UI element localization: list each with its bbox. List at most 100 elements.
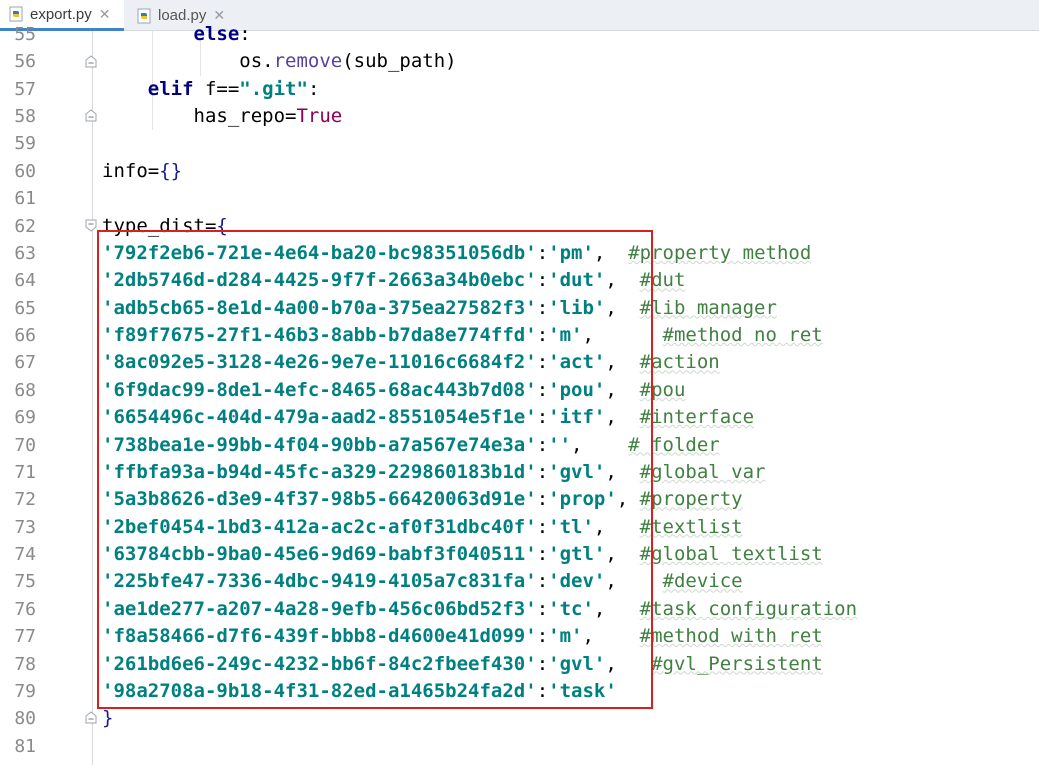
code-token: #property [639,488,743,511]
code-line[interactable]: '2db5746d-d284-4425-9f7f-2663a34b0ebc':'… [102,267,685,294]
code-line[interactable]: info={} [102,158,182,185]
code-line[interactable]: '6f9dac99-8de1-4efc-8465-68ac443b7d08':'… [102,377,685,404]
line-number: 79 [14,680,36,702]
code-token: , [605,460,640,483]
code-token: 'gvl' [548,460,606,483]
code-line[interactable]: '63784cbb-9ba0-45e6-9d69-babf3f040511':'… [102,541,823,568]
line-number: 57 [14,78,36,100]
code-token: has_repo= [102,105,297,128]
code-token: '6f9dac99-8de1-4efc-8465-68ac443b7d08' [102,378,537,401]
code-line[interactable]: '2bef0454-1bd3-412a-ac2c-af0f31dbc40f':'… [102,514,743,541]
line-number: 65 [14,297,36,319]
code-token: } [102,707,114,730]
code-token: : [307,77,320,100]
code-token: info= [102,159,160,182]
code-token: , [605,652,652,675]
code-line[interactable]: '225bfe47-7336-4dbc-9419-4105a7c831fa':'… [102,568,743,595]
code-token: ".git" [239,77,308,100]
code-token: remove [273,50,343,73]
code-token: : [536,652,549,675]
code-line[interactable]: '98a2708a-9b18-4f31-82ed-a1465b24fa2d':'… [102,678,617,705]
code-token: : [536,488,549,511]
code-token: 'tl' [548,515,594,538]
code-token: 'm' [548,625,583,648]
code-token: , [605,269,640,292]
line-number: 55 [14,24,36,45]
code-token: , [605,543,640,566]
code-line[interactable]: } [102,705,113,732]
code-token: else [193,23,240,45]
close-icon[interactable]: ✕ [99,6,111,23]
code-token: 'itf' [548,406,606,429]
code-token: elif [147,77,194,100]
code-token: os. [102,50,274,73]
code-token: #global var [639,460,766,483]
code-line[interactable]: '8ac092e5-3128-4e26-9e7e-11016c6684f2':'… [102,349,720,376]
fold-marker-icon[interactable] [85,219,97,232]
code-token: #task configuration [639,597,858,620]
fold-marker-icon[interactable] [85,711,97,724]
code-line[interactable]: 'ffbfa93a-b94d-45fc-a329-229860183b1d':'… [102,459,766,486]
fold-marker-icon[interactable] [85,109,97,122]
code-line[interactable]: has_repo=True [102,103,343,130]
code-token: '98a2708a-9b18-4f31-82ed-a1465b24fa2d' [102,679,537,702]
line-number: 58 [14,106,36,128]
code-line[interactable]: '738bea1e-99bb-4f04-90bb-a7a567e74e3a':'… [102,432,720,459]
code-token: 'tc' [548,597,594,620]
code-line[interactable]: type_dist={ [102,213,228,240]
line-number-gutter: 55 56 57 58 59 60 61 62 63 64 65 66 67 68 69 70 71 72 73 74… [0,24,80,765]
code-token: #lib manager [639,296,777,319]
code-token: : [536,570,549,593]
code-line[interactable]: '5a3b8626-d3e9-4f37-98b5-66420063d91e':'… [102,486,743,513]
code-token: # folder [628,433,720,456]
code-line[interactable]: '6654496c-404d-479a-aad2-8551054e5f1e':'… [102,404,754,431]
code-line[interactable]: 'f8a58466-d7f6-439f-bbb8-d4600e41d099':'… [102,623,823,650]
code-token: : [536,679,549,702]
code-editor[interactable]: 55 56 57 58 59 60 61 62 63 64 65 66 67 68 69 70 71 72 73 74… [0,23,1039,765]
code-token: : [536,351,549,374]
code-token: #gvl_Persistent [651,652,823,675]
code-token: #pou [639,378,686,401]
code-token: #interface [639,406,755,429]
code-token: : [536,296,549,319]
line-number: 59 [14,133,36,155]
code-line[interactable]: 'f89f7675-27f1-46b3-8abb-b7da8e774ffd':'… [102,322,823,349]
code-token: , [593,241,629,264]
code-token: , [582,625,640,648]
code-line[interactable]: else: [102,21,251,48]
code-token: #global textlist [639,543,823,566]
line-number: 61 [14,188,36,210]
code-token: 'dut' [548,269,606,292]
code-line[interactable]: 'adb5cb65-8e1d-4a00-b70a-375ea27582f3':'… [102,295,777,322]
code-token: : [536,269,549,292]
line-number: 78 [14,653,36,675]
code-line[interactable]: elif f==".git": [102,76,320,103]
code-token: 'ffbfa93a-b94d-45fc-a329-229860183b1d' [102,460,537,483]
line-number: 56 [14,51,36,73]
code-token: , [582,324,663,347]
line-number: 64 [14,270,36,292]
code-token: : [536,406,549,429]
line-number: 62 [14,215,36,237]
code-token: '225bfe47-7336-4dbc-9419-4105a7c831fa' [102,570,537,593]
line-number: 73 [14,516,36,538]
code-token: 'gtl' [548,543,606,566]
code-line[interactable]: '792f2eb6-721e-4e64-ba20-bc98351056db':'… [102,240,811,267]
fold-marker-icon[interactable] [85,55,97,68]
code-token: True [296,105,343,128]
code-token: #device [662,570,743,593]
code-line[interactable]: os.remove(sub_path) [102,48,456,75]
code-token: #property method [628,241,812,264]
code-token: 'pm' [548,241,594,264]
code-token: #action [639,351,720,374]
code-token: '8ac092e5-3128-4e26-9e7e-11016c6684f2' [102,351,537,374]
line-number: 67 [14,352,36,374]
line-number: 77 [14,626,36,648]
code-line[interactable]: 'ae1de277-a207-4a28-9efb-456c06bd52f3':'… [102,596,857,623]
code-token: type_dist= [102,214,217,237]
line-number: 75 [14,571,36,593]
code-line[interactable]: '261bd6e6-249c-4232-bb6f-84c2fbeef430':'… [102,651,823,678]
code-token: , [605,406,640,429]
code-token: : [536,433,549,456]
